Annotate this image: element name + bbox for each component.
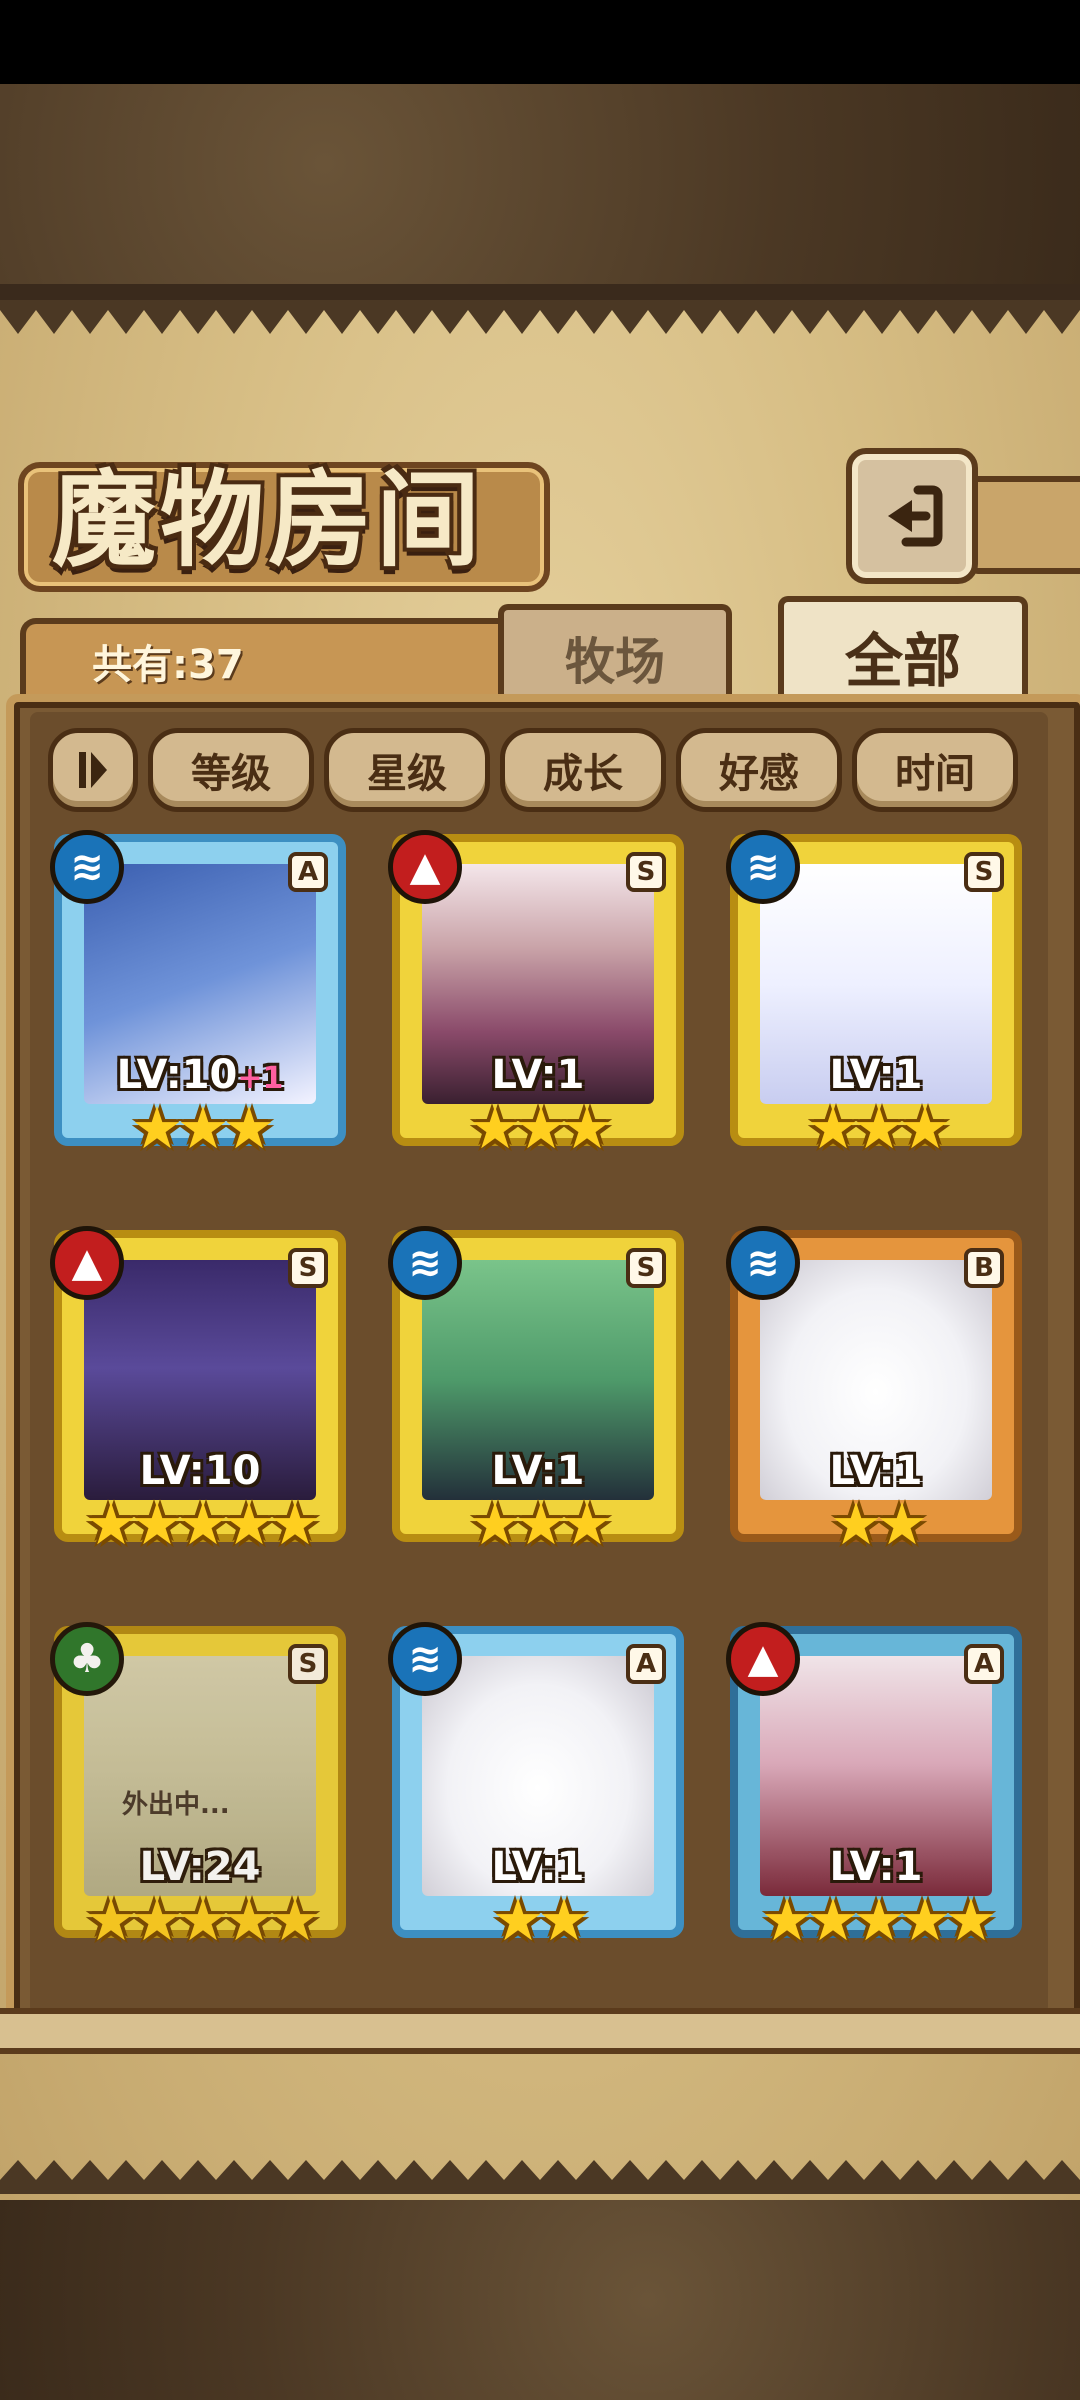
monster-card-5[interactable]: ≋ S LV:1 ★★★ bbox=[388, 1226, 684, 1554]
star-rating: ★★ bbox=[492, 1886, 590, 1954]
monster-card-9[interactable]: ▲ A LV:1 ★★★★★ bbox=[726, 1622, 1022, 1950]
torn-edge-top bbox=[0, 300, 1080, 334]
level-label: LV:24 bbox=[62, 1844, 338, 1890]
water-element-icon: ≋ bbox=[50, 830, 124, 904]
filter-level-label: 等级 bbox=[191, 750, 271, 797]
water-element-icon: ≋ bbox=[388, 1622, 462, 1696]
monster-card-2[interactable]: ▲ S LV:1 ★★★ bbox=[388, 830, 684, 1158]
page-title: 魔物房间 bbox=[52, 458, 485, 581]
fire-element-icon: ▲ bbox=[388, 830, 462, 904]
star-rating: ★★★★★ bbox=[761, 1886, 997, 1954]
monster-count: 共有:37 bbox=[92, 642, 244, 688]
rank-badge: S bbox=[626, 1248, 666, 1288]
star-rating: ★★★ bbox=[807, 1094, 951, 1162]
rank-badge: A bbox=[626, 1644, 666, 1684]
level-value: LV:1 bbox=[491, 1844, 585, 1890]
level-value: LV:1 bbox=[491, 1052, 585, 1098]
level-value: LV:1 bbox=[491, 1448, 585, 1494]
rank-badge: S bbox=[626, 852, 666, 892]
level-value: LV:24 bbox=[139, 1844, 261, 1890]
fire-element-icon: ▲ bbox=[726, 1622, 800, 1696]
monster-card-4[interactable]: ▲ S LV:10 ★★★★★ bbox=[50, 1226, 346, 1554]
monster-card-1[interactable]: ≋ A LV:10+1 ★★★ bbox=[50, 830, 346, 1158]
leaf-element-icon: ♣ bbox=[50, 1622, 124, 1696]
filter-growth-button[interactable]: 成长 bbox=[500, 728, 666, 812]
filter-time-button[interactable]: 时间 bbox=[852, 728, 1018, 812]
level-value: LV:1 bbox=[829, 1052, 923, 1098]
level-label: LV:10 bbox=[62, 1448, 338, 1494]
monster-card-8[interactable]: ≋ A LV:1 ★★ bbox=[388, 1622, 684, 1950]
back-button[interactable] bbox=[846, 448, 978, 584]
level-label: LV:1 bbox=[738, 1844, 1014, 1890]
filter-time-label: 时间 bbox=[895, 750, 975, 797]
star-rating: ★★★ bbox=[131, 1094, 275, 1162]
level-label: LV:10+1 bbox=[62, 1052, 338, 1098]
level-value: LV:10 bbox=[116, 1052, 238, 1098]
level-bonus: +1 bbox=[237, 1061, 284, 1096]
monster-card-3[interactable]: ≋ S LV:1 ★★★ bbox=[726, 830, 1022, 1158]
away-status: 外出中... bbox=[122, 1790, 230, 1820]
filter-star-button[interactable]: 星级 bbox=[324, 728, 490, 812]
rank-badge: A bbox=[288, 852, 328, 892]
star-rating: ★★★★★ bbox=[85, 1886, 321, 1954]
tab-all[interactable]: 全部 bbox=[778, 596, 1028, 710]
water-element-icon: ≋ bbox=[726, 1226, 800, 1300]
back-button-rail bbox=[960, 476, 1080, 574]
monster-card-7[interactable]: ♣ S 外出中... LV:24 ★★★★★ bbox=[50, 1622, 346, 1950]
filter-affection-label: 好感 bbox=[719, 750, 799, 797]
status-bar bbox=[0, 0, 1080, 84]
rank-badge: S bbox=[288, 1644, 328, 1684]
back-arrow-icon bbox=[888, 485, 943, 547]
torn-edge-bottom bbox=[0, 2160, 1080, 2194]
level-value: LV:1 bbox=[829, 1844, 923, 1890]
water-element-icon: ≋ bbox=[388, 1226, 462, 1300]
filter-star-label: 星级 bbox=[367, 750, 447, 797]
panel-bottom-rail bbox=[0, 2008, 1080, 2054]
star-rating: ★★ bbox=[830, 1490, 928, 1558]
level-label: LV:1 bbox=[738, 1448, 1014, 1494]
rank-badge: A bbox=[964, 1644, 1004, 1684]
map-background-bottom bbox=[0, 2200, 1080, 2400]
filter-level-button[interactable]: 等级 bbox=[148, 728, 314, 812]
level-value: LV:1 bbox=[829, 1448, 923, 1494]
tab-ranch-label: 牧场 bbox=[565, 632, 665, 691]
star-rating: ★★★ bbox=[469, 1094, 613, 1162]
level-value: LV:10 bbox=[139, 1448, 261, 1494]
rank-badge: B bbox=[964, 1248, 1004, 1288]
level-label: LV:1 bbox=[400, 1844, 676, 1890]
sort-toggle-button[interactable] bbox=[48, 728, 138, 812]
filter-affection-button[interactable]: 好感 bbox=[676, 728, 842, 812]
rank-badge: S bbox=[288, 1248, 328, 1288]
map-background-top bbox=[0, 84, 1080, 284]
fire-element-icon: ▲ bbox=[50, 1226, 124, 1300]
rank-badge: S bbox=[964, 852, 1004, 892]
level-label: LV:1 bbox=[400, 1448, 676, 1494]
star-rating: ★★★★★ bbox=[85, 1490, 321, 1558]
sort-toggle-icon bbox=[79, 752, 107, 788]
level-label: LV:1 bbox=[738, 1052, 1014, 1098]
monster-card-6[interactable]: ≋ B LV:1 ★★ bbox=[726, 1226, 1022, 1554]
level-label: LV:1 bbox=[400, 1052, 676, 1098]
tab-ranch[interactable]: 牧场 bbox=[498, 604, 732, 706]
tab-all-label: 全部 bbox=[844, 627, 961, 695]
filter-growth-label: 成长 bbox=[543, 750, 623, 797]
water-element-icon: ≋ bbox=[726, 830, 800, 904]
star-rating: ★★★ bbox=[469, 1490, 613, 1558]
